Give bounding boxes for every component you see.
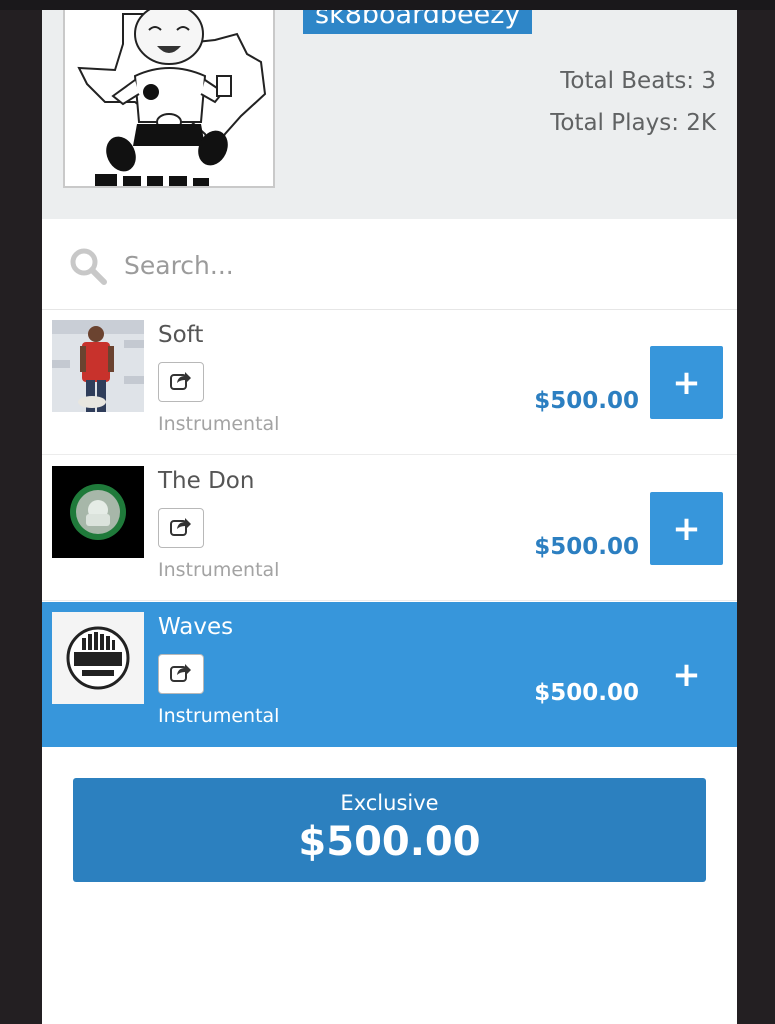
exclusive-label: Exclusive <box>340 791 439 815</box>
beat-title[interactable]: Soft <box>158 322 203 348</box>
beat-thumbnail[interactable] <box>52 466 144 558</box>
plus-icon: + <box>672 654 701 695</box>
beat-title[interactable]: The Don <box>158 468 254 494</box>
username-badge[interactable]: sk8boardbeezy <box>303 10 533 34</box>
top-bar <box>0 0 775 10</box>
beat-thumbnail[interactable] <box>52 320 144 412</box>
right-margin <box>737 10 775 1024</box>
share-button[interactable] <box>158 654 204 694</box>
beat-row-waves[interactable]: Waves Instrumental $500.00 + <box>42 602 737 747</box>
profile-avatar <box>63 10 275 188</box>
share-icon <box>170 370 192 394</box>
add-to-cart-button[interactable]: + <box>650 346 723 419</box>
search-input[interactable] <box>124 243 684 287</box>
add-to-cart-button[interactable]: + <box>650 492 723 565</box>
share-button[interactable] <box>158 362 204 402</box>
share-icon <box>170 662 192 686</box>
profile-header: sk8boardbeezy Total Beats: 3 Total Plays… <box>42 10 737 219</box>
beat-row-soft[interactable]: Soft Instrumental $500.00 + <box>42 310 737 455</box>
exclusive-purchase-button[interactable]: Exclusive $500.00 <box>73 778 706 882</box>
beat-type: Instrumental <box>158 705 280 727</box>
share-icon <box>170 516 192 540</box>
beat-price: $500.00 <box>534 388 639 414</box>
add-to-cart-button[interactable]: + <box>650 638 723 711</box>
beat-row-the-don[interactable]: The Don Instrumental $500.00 + <box>42 456 737 601</box>
total-plays-stat: Total Plays: 2K <box>550 110 716 136</box>
total-beats-stat: Total Beats: 3 <box>560 68 716 94</box>
plus-icon: + <box>672 362 701 403</box>
left-margin <box>0 10 42 1024</box>
beat-type: Instrumental <box>158 559 280 581</box>
plus-icon: + <box>672 508 701 549</box>
beat-price: $500.00 <box>534 534 639 560</box>
content-panel: sk8boardbeezy Total Beats: 3 Total Plays… <box>42 10 737 1024</box>
beat-type: Instrumental <box>158 413 280 435</box>
beat-title[interactable]: Waves <box>158 614 233 640</box>
beat-thumbnail[interactable] <box>52 612 144 704</box>
share-button[interactable] <box>158 508 204 548</box>
beat-price: $500.00 <box>534 680 639 706</box>
search-icon[interactable] <box>68 246 108 286</box>
exclusive-price: $500.00 <box>298 819 481 865</box>
search-bar <box>42 219 737 310</box>
